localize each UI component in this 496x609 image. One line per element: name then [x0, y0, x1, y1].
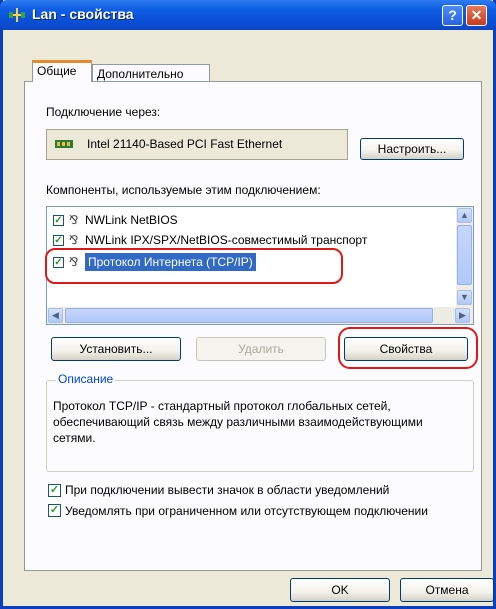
properties-window: Lan - свойства ? ✕ Общие Дополнительно П… — [0, 0, 496, 609]
description-text: Протокол TCP/IP - стандартный протокол г… — [53, 399, 423, 445]
install-button[interactable]: Установить... — [51, 337, 181, 361]
adapter-name: Intel 21140-Based PCI Fast Ethernet — [87, 137, 283, 151]
configure-button[interactable]: Настроить... — [360, 138, 464, 160]
tab-general[interactable]: Общие — [32, 60, 92, 82]
scroll-left-arrow-icon[interactable]: ◀ — [48, 308, 63, 323]
network-connection-icon — [9, 8, 25, 22]
scroll-down-arrow-icon[interactable]: ▼ — [457, 290, 472, 305]
title-bar[interactable]: Lan - свойства ? ✕ — [0, 0, 496, 30]
notify-limited-checkbox[interactable]: ✓ — [48, 504, 61, 517]
vertical-scroll-thumb[interactable] — [457, 225, 472, 285]
scroll-right-arrow-icon[interactable]: ▶ — [455, 308, 470, 323]
show-icon-checkbox[interactable]: ✓ — [48, 484, 61, 497]
horizontal-scrollbar[interactable]: ◀ ▶ — [47, 307, 473, 324]
vertical-scrollbar[interactable]: ▲ ▼ — [456, 207, 473, 307]
ok-button[interactable]: OK — [290, 578, 390, 602]
protocol-icon: ⅋ — [69, 233, 79, 247]
annotation-highlight-properties — [338, 327, 478, 369]
show-icon-label[interactable]: При подключении вывести значок в области… — [65, 483, 389, 497]
component-label: NWLink NetBIOS — [85, 213, 178, 227]
close-button[interactable]: ✕ — [466, 5, 487, 26]
connect-using-label: Подключение через: — [46, 105, 161, 119]
protocol-icon: ⅋ — [69, 213, 79, 227]
remove-button[interactable]: Удалить — [196, 337, 326, 361]
adapter-field: Intel 21140-Based PCI Fast Ethernet — [46, 129, 348, 160]
checkbox-nwlink-netbios[interactable]: ✓ — [53, 215, 64, 226]
annotation-highlight-tcpip — [45, 248, 343, 284]
horizontal-scroll-thumb[interactable] — [65, 308, 433, 323]
help-button[interactable]: ? — [442, 5, 463, 26]
description-legend: Описание — [56, 372, 116, 386]
scroll-up-arrow-icon[interactable]: ▲ — [457, 208, 472, 223]
checkbox-nwlink-ipx[interactable]: ✓ — [53, 235, 64, 246]
network-card-icon — [55, 140, 73, 148]
tab-advanced[interactable]: Дополнительно — [92, 64, 210, 82]
components-label: Компоненты, используемые этим подключени… — [46, 183, 321, 197]
cancel-button[interactable]: Отмена — [400, 578, 494, 602]
notify-limited-label[interactable]: Уведомлять при ограниченном или отсутств… — [65, 503, 455, 519]
component-label: NWLink IPX/SPX/NetBIOS-совместимый транс… — [85, 233, 368, 247]
window-title: Lan - свойства — [32, 6, 134, 22]
